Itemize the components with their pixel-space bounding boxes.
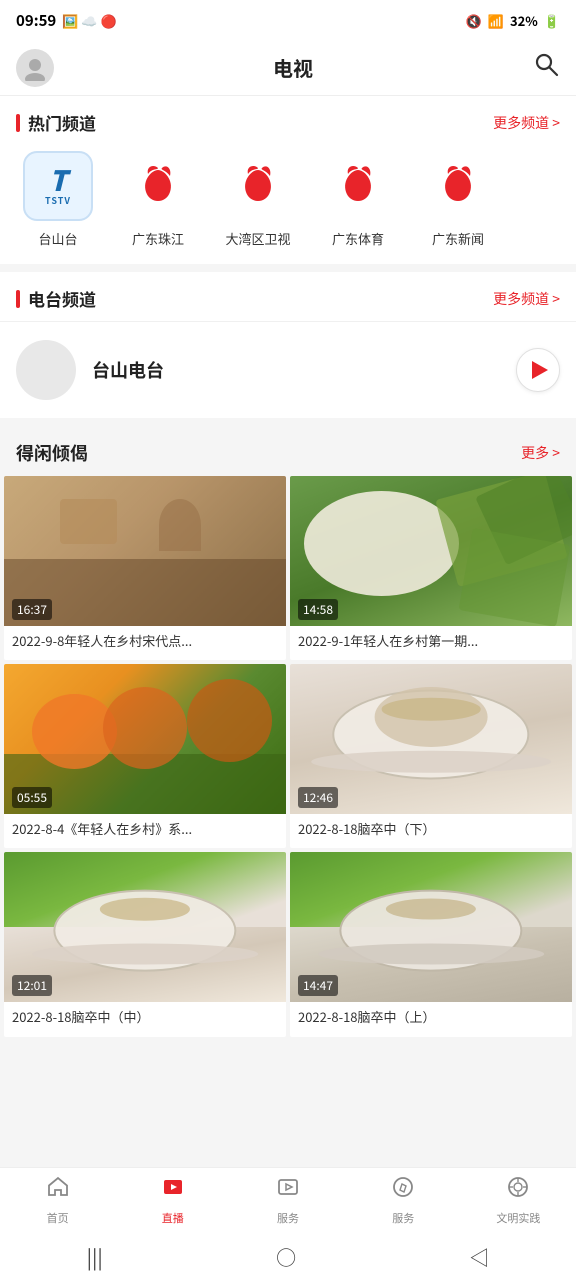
status-time: 09:59	[16, 10, 56, 31]
video-card-v6[interactable]: 14:47 2022-8-18脑卒中（上）	[290, 852, 572, 1036]
service-icon	[276, 1174, 300, 1206]
recent-button[interactable]: ◁	[469, 1242, 489, 1271]
home-icon	[46, 1174, 70, 1206]
video-title-v4: 2022-8-18脑卒中（下）	[290, 814, 572, 848]
channel-item-gdxw[interactable]: 广东新闻	[408, 151, 508, 248]
discover-icon	[391, 1174, 415, 1206]
radio-title: 电台频道	[16, 286, 96, 311]
nav-label-service: 服务	[277, 1210, 299, 1226]
hot-channels-title: 热门频道	[16, 110, 96, 135]
channel-item-daw[interactable]: 大湾区卫视	[208, 151, 308, 248]
gdpj-logo	[123, 151, 193, 221]
channel-label-gdxw: 广东新闻	[432, 229, 484, 248]
system-nav: ||| ○ ◁	[0, 1232, 576, 1280]
nav-item-culture[interactable]: 文明实践	[461, 1174, 576, 1226]
nav-label-culture: 文明实践	[496, 1210, 540, 1226]
bottom-nav: 首页 直播 服务 服务	[0, 1167, 576, 1232]
video-card-v2[interactable]: 14:58 2022-9-1年轻人在乡村第一期...	[290, 476, 572, 660]
channel-grid: T TSTV 台山台 广东珠江 大湾区卫视	[0, 145, 576, 264]
video-card-v1[interactable]: 16:37 2022-9-8年轻人在乡村宋代点...	[4, 476, 286, 660]
search-icon[interactable]	[532, 50, 560, 85]
radio-avatar	[16, 340, 76, 400]
video-duration-v4: 12:46	[298, 787, 338, 808]
home-button[interactable]: ○	[276, 1242, 296, 1271]
play-icon	[532, 361, 548, 379]
play-button[interactable]	[516, 348, 560, 392]
video-thumb-v1: 16:37	[4, 476, 286, 626]
video-thumb-v3: 05:55	[4, 664, 286, 814]
culture-icon	[506, 1174, 530, 1206]
radio-item-tsdt[interactable]: 台山电台	[0, 321, 576, 418]
radio-header: 电台频道 更多频道 >	[0, 272, 576, 321]
nav-label-home: 首页	[47, 1210, 69, 1226]
live-icon	[161, 1174, 185, 1206]
video-duration-v1: 16:37	[12, 599, 52, 620]
video-thumb-v4: 12:46	[290, 664, 572, 814]
video-duration-v2: 14:58	[298, 599, 338, 620]
video-section: 得闲倾偈 更多 > 16:37 2022-9-8年轻人在乡村宋代点...	[0, 426, 576, 1041]
radio-name: 台山电台	[92, 357, 500, 383]
status-right: 🔇 📶 32% 🔋	[466, 11, 560, 30]
channel-label-gdty: 广东体育	[332, 229, 384, 248]
battery-text: 32%	[510, 11, 538, 30]
video-thumb-v6: 14:47	[290, 852, 572, 1002]
status-left: 09:59 🖼️ ☁️ 🔴	[16, 10, 117, 31]
video-title-v2: 2022-9-1年轻人在乡村第一期...	[290, 626, 572, 660]
page-title: 电视	[273, 53, 313, 82]
video-section-header: 得闲倾偈 更多 >	[0, 426, 576, 476]
hot-channels-more[interactable]: 更多频道 >	[493, 113, 560, 133]
video-more[interactable]: 更多 >	[521, 443, 560, 463]
video-thumb-v5: 12:01	[4, 852, 286, 1002]
nav-item-service[interactable]: 服务	[230, 1174, 345, 1226]
video-section-title: 得闲倾偈	[16, 440, 88, 466]
notification-icons: 🖼️ ☁️ 🔴	[62, 11, 116, 30]
daw-logo	[223, 151, 293, 221]
nav-label-discover: 服务	[392, 1210, 414, 1226]
video-title-v6: 2022-8-18脑卒中（上）	[290, 1002, 572, 1036]
video-card-v3[interactable]: 05:55 2022-8-4《年轻人在乡村》系...	[4, 664, 286, 848]
video-duration-v3: 05:55	[12, 787, 52, 808]
app-header: 电视	[0, 40, 576, 96]
video-duration-v6: 14:47	[298, 975, 338, 996]
video-title-v5: 2022-8-18脑卒中（中）	[4, 1002, 286, 1036]
back-button[interactable]: |||	[87, 1242, 103, 1271]
tstv-logo: T TSTV	[23, 151, 93, 221]
channel-label-tstv: 台山台	[38, 229, 77, 248]
mute-icon: 🔇	[466, 11, 482, 30]
channel-item-gdty[interactable]: 广东体育	[308, 151, 408, 248]
nav-label-live: 直播	[162, 1210, 184, 1226]
channel-item-gdpj[interactable]: 广东珠江	[108, 151, 208, 248]
video-card-v4[interactable]: 12:46 2022-8-18脑卒中（下）	[290, 664, 572, 848]
gdty-logo	[323, 151, 393, 221]
status-bar: 09:59 🖼️ ☁️ 🔴 🔇 📶 32% 🔋	[0, 0, 576, 40]
gdxw-logo	[423, 151, 493, 221]
wifi-icon: 📶	[488, 11, 504, 30]
video-card-v5[interactable]: 12:01 2022-8-18脑卒中（中）	[4, 852, 286, 1036]
battery-icon: 🔋	[544, 11, 560, 30]
channel-item-tstv[interactable]: T TSTV 台山台	[8, 151, 108, 248]
video-title-v1: 2022-9-8年轻人在乡村宋代点...	[4, 626, 286, 660]
video-grid: 16:37 2022-9-8年轻人在乡村宋代点... 14:58 2022-9-…	[0, 476, 576, 1041]
video-title-v3: 2022-8-4《年轻人在乡村》系...	[4, 814, 286, 848]
nav-item-discover[interactable]: 服务	[346, 1174, 461, 1226]
hot-channels-header: 热门频道 更多频道 >	[0, 96, 576, 145]
nav-item-live[interactable]: 直播	[115, 1174, 230, 1226]
radio-section: 电台频道 更多频道 > 台山电台	[0, 272, 576, 418]
video-thumb-v2: 14:58	[290, 476, 572, 626]
nav-item-home[interactable]: 首页	[0, 1174, 115, 1226]
radio-more[interactable]: 更多频道 >	[493, 289, 560, 309]
channel-label-daw: 大湾区卫视	[225, 229, 290, 248]
channel-label-gdpj: 广东珠江	[132, 229, 184, 248]
avatar[interactable]	[16, 49, 54, 87]
video-duration-v5: 12:01	[12, 975, 52, 996]
